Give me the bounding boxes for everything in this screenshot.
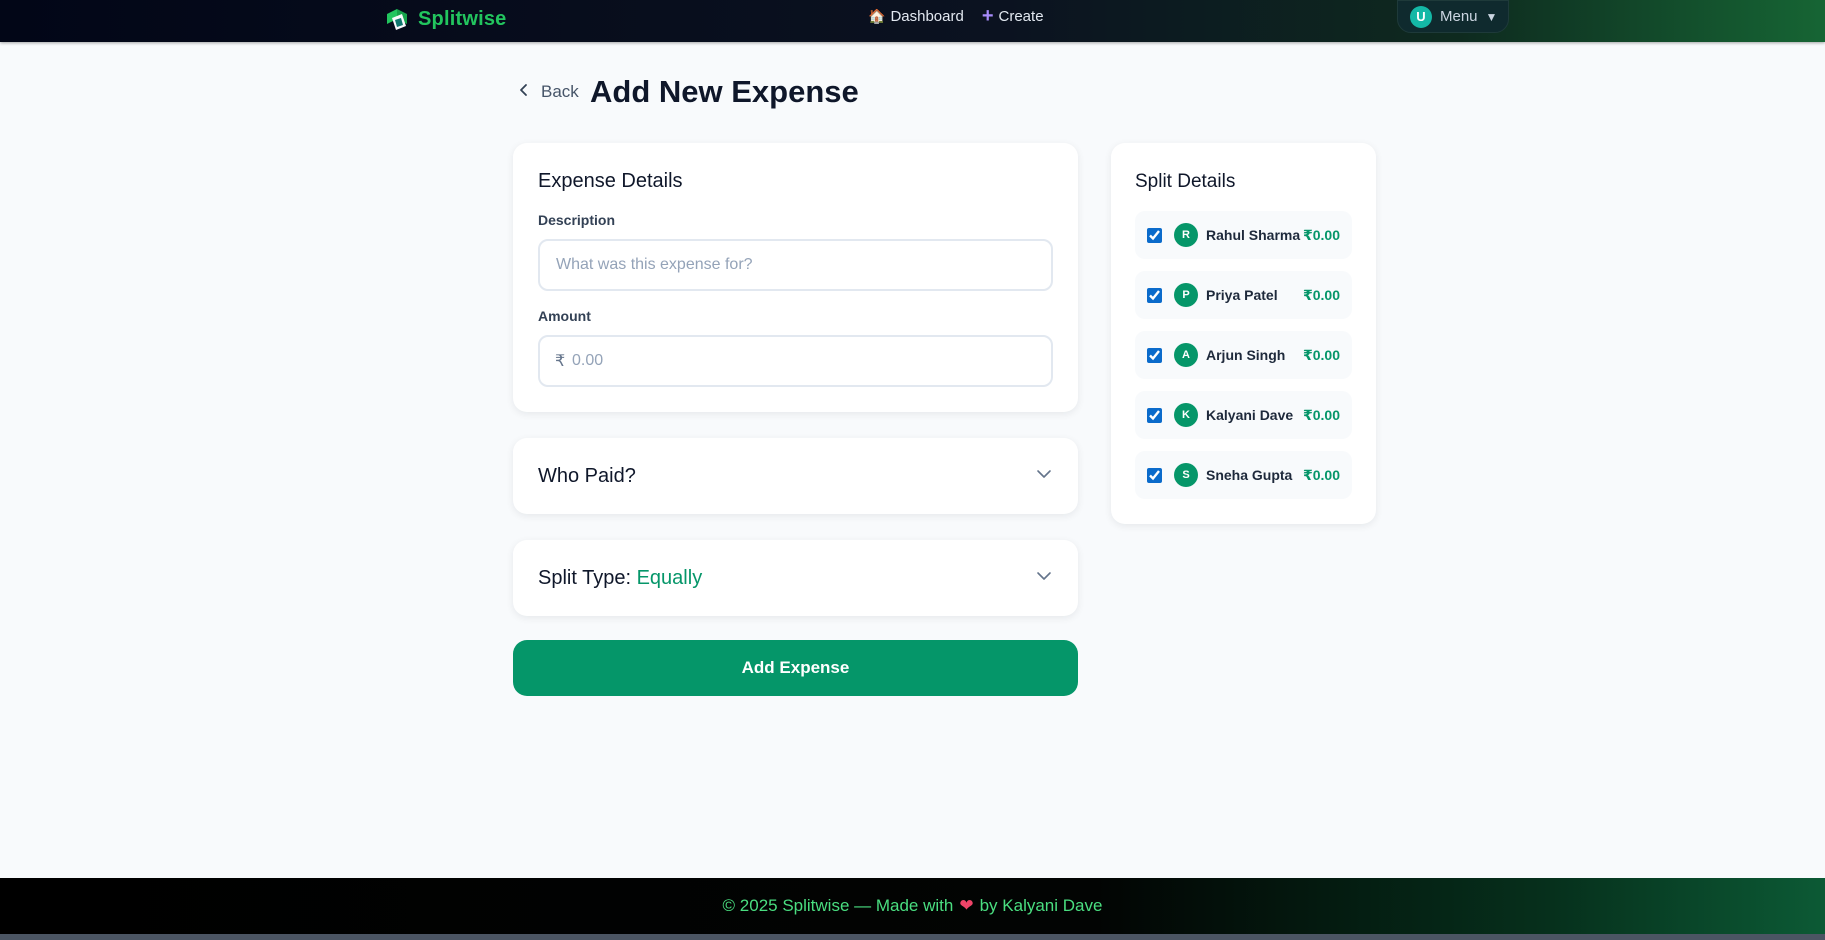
who-paid-section[interactable]: Who Paid? xyxy=(513,438,1078,514)
member-amount: ₹0.00 xyxy=(1303,406,1340,423)
avatar: A xyxy=(1174,343,1198,367)
user-menu-button[interactable]: U Menu ▼ xyxy=(1397,0,1509,33)
menu-label: Menu xyxy=(1440,8,1478,25)
member-name: Rahul Sharma xyxy=(1206,227,1301,243)
split-type-heading: Split Type: Equally xyxy=(538,567,702,590)
avatar: P xyxy=(1174,283,1198,307)
brand-name: Splitwise xyxy=(418,7,507,30)
add-expense-button[interactable]: Add Expense xyxy=(513,640,1078,696)
caret-down-icon: ▼ xyxy=(1485,9,1498,24)
brand[interactable]: Splitwise xyxy=(384,5,507,33)
member-amount: ₹0.00 xyxy=(1303,226,1340,243)
amount-input[interactable] xyxy=(538,335,1053,387)
member-name: Priya Patel xyxy=(1206,287,1278,303)
member-amount: ₹0.00 xyxy=(1303,346,1340,363)
member-row: A Arjun Singh ₹0.00 xyxy=(1135,331,1352,379)
nav-create-label: Create xyxy=(998,7,1044,25)
nav-links: 🏠 Dashboard + Create xyxy=(868,0,1044,32)
window-bottom-edge xyxy=(0,934,1825,940)
nav-dashboard[interactable]: 🏠 Dashboard xyxy=(868,8,964,25)
amount-label: Amount xyxy=(538,308,591,324)
avatar: R xyxy=(1174,223,1198,247)
back-button[interactable]: Back xyxy=(517,82,579,102)
member-checkbox[interactable] xyxy=(1147,347,1162,363)
member-checkbox[interactable] xyxy=(1147,287,1162,303)
who-paid-title: Who Paid? xyxy=(538,464,636,487)
house-icon: 🏠 xyxy=(868,7,886,24)
member-name: Sneha Gupta xyxy=(1206,467,1293,483)
chevron-down-icon xyxy=(1035,465,1053,488)
member-checkbox[interactable] xyxy=(1147,467,1162,483)
split-type-value: Equally xyxy=(636,566,703,589)
avatar: U xyxy=(1410,5,1432,28)
member-checkbox[interactable] xyxy=(1147,227,1162,243)
splitwise-logo-icon xyxy=(384,6,410,32)
footer: © 2025 Splitwise — Made with ❤ by Kalyan… xyxy=(0,878,1825,934)
nav-create[interactable]: + Create xyxy=(982,6,1044,26)
plus-icon: + xyxy=(981,5,994,27)
split-details-title: Split Details xyxy=(1135,171,1236,192)
heart-icon: ❤ xyxy=(959,896,974,915)
expense-details-title: Expense Details xyxy=(538,170,683,192)
expense-details-card: Expense Details Description Amount ₹ xyxy=(513,143,1078,412)
back-label: Back xyxy=(541,82,579,101)
member-name: Kalyani Dave xyxy=(1206,407,1294,423)
rupee-icon: ₹ xyxy=(555,353,566,370)
description-input[interactable] xyxy=(538,239,1053,291)
page-title: Add New Expense xyxy=(590,74,859,109)
chevron-down-icon xyxy=(1035,567,1053,590)
split-type-section[interactable]: Split Type: Equally xyxy=(513,540,1078,616)
avatar: S xyxy=(1174,463,1198,487)
member-row: S Sneha Gupta ₹0.00 xyxy=(1135,451,1352,499)
split-details-card: Split Details R Rahul Sharma ₹0.00 P Pri… xyxy=(1111,143,1376,524)
chevron-left-icon xyxy=(517,82,531,102)
avatar: K xyxy=(1174,403,1198,427)
footer-suffix: by Kalyani Dave xyxy=(979,896,1103,915)
nav-dashboard-label: Dashboard xyxy=(890,7,964,25)
member-amount: ₹0.00 xyxy=(1303,286,1340,303)
amount-field: ₹ xyxy=(538,335,1053,387)
split-type-label: Split Type: xyxy=(538,566,632,589)
member-row: K Kalyani Dave ₹0.00 xyxy=(1135,391,1352,439)
member-checkbox[interactable] xyxy=(1147,407,1162,423)
top-navbar: Splitwise 🏠 Dashboard + Create U Menu ▼ xyxy=(0,0,1825,42)
member-amount: ₹0.00 xyxy=(1303,466,1340,483)
member-row: R Rahul Sharma ₹0.00 xyxy=(1135,211,1352,259)
footer-prefix: © 2025 Splitwise — Made with xyxy=(722,896,954,915)
member-name: Arjun Singh xyxy=(1206,347,1286,363)
member-row: P Priya Patel ₹0.00 xyxy=(1135,271,1352,319)
description-label: Description xyxy=(538,212,616,228)
